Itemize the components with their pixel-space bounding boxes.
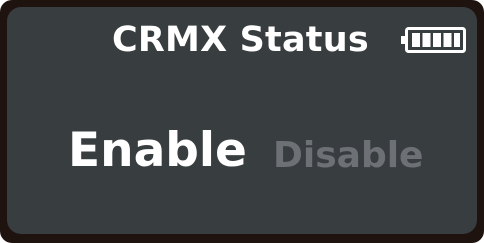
device-bezel: CRMX Status Enable Disable [0,0,484,243]
enable-option[interactable]: Enable [68,122,247,180]
battery-full-icon [401,27,466,53]
disable-option[interactable]: Disable [273,133,423,179]
page-title: CRMX Status [112,20,369,60]
status-options: Enable Disable [7,122,477,182]
status-screen: CRMX Status Enable Disable [7,7,477,234]
